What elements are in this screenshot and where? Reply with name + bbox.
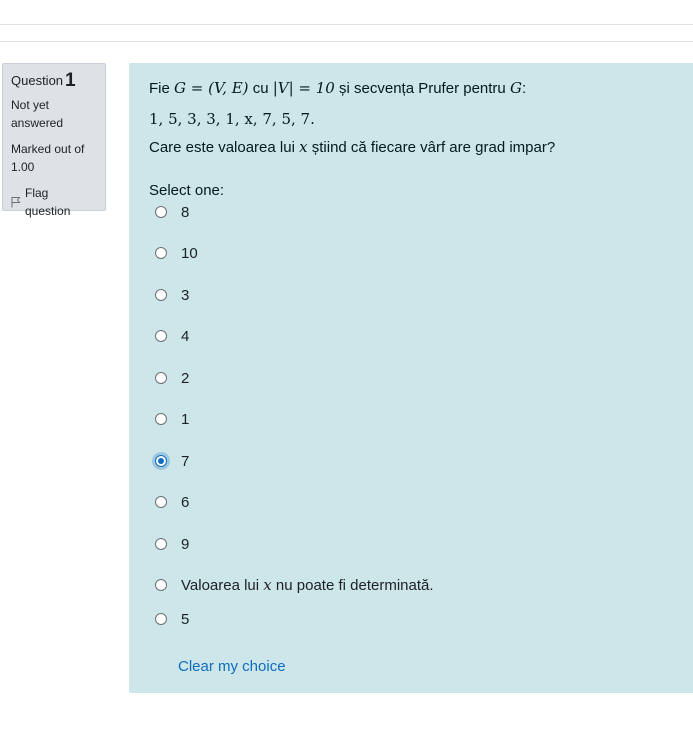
question-number: Question 1 bbox=[11, 70, 76, 91]
radio-button[interactable] bbox=[155, 289, 167, 301]
prufer-sequence: 1, 5, 3, 3, 1, x, 7, 5, 7. bbox=[149, 110, 315, 128]
radio-button[interactable] bbox=[155, 538, 167, 550]
question-state: Not yet answered bbox=[11, 98, 64, 130]
answer-option[interactable]: 6 bbox=[155, 491, 189, 513]
math-g: G bbox=[509, 79, 522, 97]
question-line-1: Fie G = (V, E) cu |V| = 10 și secvența P… bbox=[149, 79, 527, 97]
answer-prompt: Select one: bbox=[149, 182, 225, 199]
flag-question-button[interactable]: Flag question bbox=[11, 184, 97, 220]
answer-option[interactable]: 9 bbox=[155, 533, 189, 555]
question-grade: Marked out of 1.00 bbox=[11, 142, 85, 174]
clear-choice-link[interactable]: Clear my choice bbox=[178, 658, 286, 675]
radio-button[interactable] bbox=[155, 579, 167, 591]
answer-option[interactable]: 4 bbox=[155, 325, 189, 347]
top-divider bbox=[0, 24, 693, 25]
question-line-3: Care este valoarea lui x știind că fieca… bbox=[149, 138, 556, 156]
radio-button[interactable] bbox=[155, 372, 167, 384]
question-info-panel: Question 1 Not yet answered Marked out of… bbox=[2, 63, 106, 218]
top-divider-2 bbox=[0, 41, 693, 42]
math-vertex-count: |V| = 10 bbox=[272, 79, 335, 97]
math-x: x bbox=[263, 576, 272, 594]
answer-option[interactable]: Valoarea lui x nu poate fi determinată. bbox=[155, 574, 434, 596]
answer-option[interactable]: 10 bbox=[155, 242, 198, 264]
answer-option[interactable]: 2 bbox=[155, 367, 189, 389]
question-formulation: Fie G = (V, E) cu |V| = 10 și secvența P… bbox=[129, 63, 693, 693]
answer-option-selected[interactable]: 7 bbox=[155, 450, 189, 472]
math-x: x bbox=[299, 138, 308, 156]
answer-option[interactable]: 8 bbox=[155, 201, 189, 223]
math-graph: G = (V, E) bbox=[174, 79, 249, 97]
flag-icon bbox=[11, 197, 21, 208]
radio-button[interactable] bbox=[155, 496, 167, 508]
radio-button[interactable] bbox=[155, 330, 167, 342]
radio-button[interactable] bbox=[155, 247, 167, 259]
radio-button-checked[interactable] bbox=[155, 455, 167, 467]
answer-option[interactable]: 5 bbox=[155, 608, 189, 630]
radio-button[interactable] bbox=[155, 206, 167, 218]
answer-option[interactable]: 3 bbox=[155, 284, 189, 306]
question-text: Fie G = (V, E) cu |V| = 10 și secvența P… bbox=[149, 77, 673, 159]
radio-button[interactable] bbox=[155, 613, 167, 625]
answer-option[interactable]: 1 bbox=[155, 408, 189, 430]
radio-button[interactable] bbox=[155, 413, 167, 425]
